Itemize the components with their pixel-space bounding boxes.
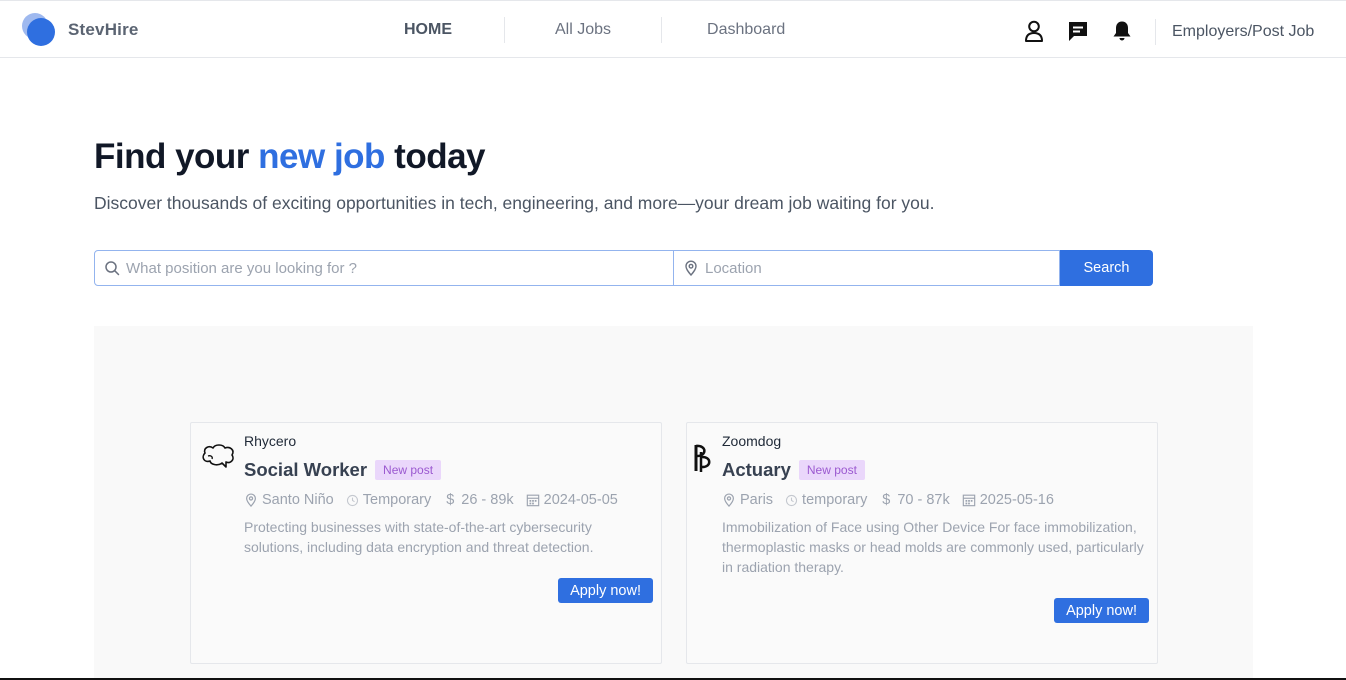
job-salary: $ 70 - 87k [879, 492, 949, 508]
location-pin-icon [685, 260, 697, 276]
chat-icon[interactable] [1066, 19, 1090, 43]
job-card[interactable]: Rhycero Social Worker New post Santo Niñ… [190, 422, 662, 664]
job-card[interactable]: Zoomdog Actuary New post Paris temporary… [686, 422, 1158, 664]
job-type-text: Temporary [362, 492, 432, 508]
main-nav: HOME All Jobs Dashboard [352, 17, 785, 43]
bell-icon[interactable] [1110, 19, 1134, 43]
job-salary: $ 26 - 89k [443, 492, 513, 508]
title-row: Actuary New post [722, 459, 1147, 481]
job-description: Immobilization of Face using Other Devic… [722, 519, 1144, 575]
hero-title-accent: new job [258, 137, 385, 176]
new-post-badge: New post [798, 460, 865, 480]
calendar-icon [526, 494, 539, 507]
job-date: 2024-05-05 [526, 492, 618, 508]
top-navbar: StevHire HOME All Jobs Dashboard Employe… [0, 0, 1346, 58]
nav-divider [661, 17, 663, 43]
hero-title-post: today [384, 137, 486, 176]
location-input[interactable] [674, 251, 1059, 285]
company-name: Zoomdog [722, 433, 782, 449]
hero-subtitle: Discover thousands of exciting opportuni… [94, 193, 935, 213]
job-title[interactable]: Social Worker [244, 459, 367, 481]
apply-now-button[interactable]: Apply now! [558, 578, 653, 603]
dollar-icon: $ [882, 492, 891, 508]
brand-logo-icon [22, 13, 56, 47]
job-listings-section: Rhycero Social Worker New post Santo Niñ… [94, 326, 1253, 680]
job-date-text: 2024-05-05 [543, 492, 618, 508]
header-icons [1022, 19, 1134, 43]
brand-name: StevHire [68, 20, 139, 39]
clock-icon [346, 494, 358, 506]
location-pin-icon [724, 493, 734, 507]
job-salary-text: 26 - 89k [461, 492, 514, 508]
location-field [674, 250, 1060, 286]
nav-item-dashboard[interactable]: Dashboard [707, 21, 785, 39]
job-location-text: Paris [740, 492, 774, 508]
company-logo-icon [202, 444, 234, 468]
job-salary-text: 70 - 87k [897, 492, 950, 508]
company-logo-icon [694, 444, 711, 472]
header-divider [1155, 19, 1156, 45]
dollar-icon: $ [446, 492, 455, 508]
nav-divider [504, 17, 505, 43]
job-type: Temporary [346, 492, 432, 508]
job-location: Santo Niño [244, 492, 334, 508]
job-date-text: 2025-05-16 [979, 492, 1054, 508]
search-icon [105, 261, 120, 276]
title-row: Social Worker New post [244, 459, 651, 481]
clock-icon [785, 494, 798, 506]
job-search-bar: Search [94, 250, 1153, 286]
nav-item-all-jobs[interactable]: All Jobs [555, 21, 611, 39]
job-meta: Santo Niño Temporary $ 26 - 89k 2024-05-… [244, 492, 651, 508]
position-search-input[interactable] [95, 251, 673, 285]
user-icon[interactable] [1022, 19, 1046, 43]
job-card-body: Zoomdog Actuary New post Paris temporary… [722, 433, 1147, 577]
company-name: Rhycero [244, 433, 297, 449]
hero-title: Find your new job today [94, 137, 486, 177]
job-type: temporary [785, 492, 867, 508]
brand[interactable]: StevHire [22, 13, 139, 47]
job-location: Paris [722, 492, 773, 508]
employers-post-job-link[interactable]: Employers/Post Job [1172, 23, 1314, 41]
apply-now-button[interactable]: Apply now! [1054, 598, 1149, 623]
nav-item-home[interactable]: HOME [404, 21, 452, 39]
job-title[interactable]: Actuary [722, 459, 791, 481]
hero-title-pre: Find your [94, 137, 259, 176]
job-meta: Paris temporary $ 70 - 87k 2025-05-16 [722, 492, 1147, 508]
job-date: 2025-05-16 [962, 492, 1054, 508]
calendar-icon [962, 494, 975, 507]
job-location-text: Santo Niño [262, 492, 334, 508]
new-post-badge: New post [375, 460, 442, 480]
job-type-text: temporary [802, 492, 868, 508]
job-description: Protecting businesses with state-of-the-… [244, 519, 594, 555]
search-button[interactable]: Search [1060, 250, 1153, 286]
location-pin-icon [246, 493, 256, 507]
job-card-body: Rhycero Social Worker New post Santo Niñ… [244, 433, 651, 557]
position-field [94, 250, 674, 286]
